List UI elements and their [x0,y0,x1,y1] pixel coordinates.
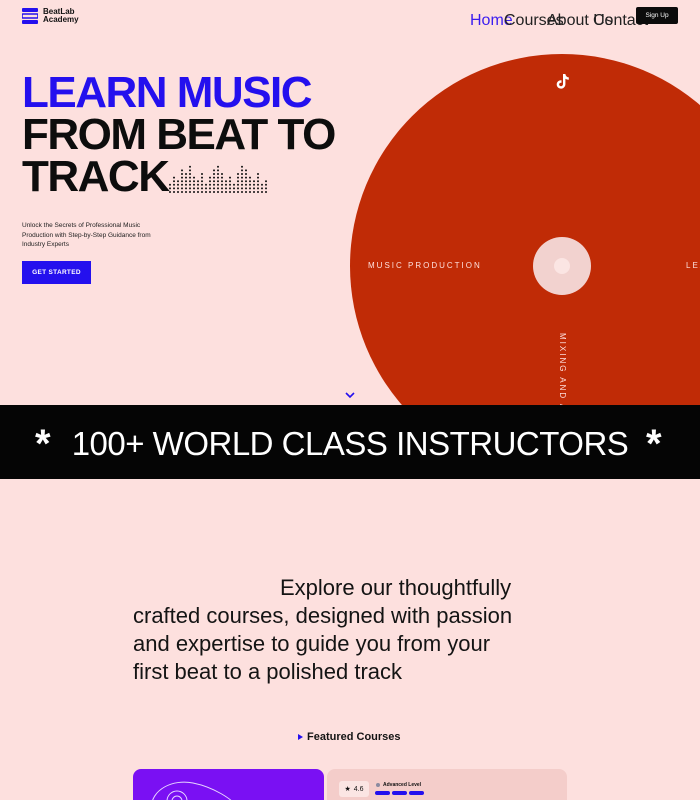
chevron-down-icon[interactable] [344,390,356,400]
hero-record-graphic: MUSIC PRODUCTION LEA MIXING AND A [0,0,700,405]
featured-courses-heading: Featured Courses [298,731,401,743]
get-started-button[interactable]: GET STARTED [22,261,91,284]
play-triangle-icon [298,734,303,740]
tiktok-icon[interactable] [553,72,571,90]
level-bar [375,791,390,795]
equalizer-dots-icon [169,165,267,193]
record-spindle [554,258,570,274]
record-label-music-production: MUSIC PRODUCTION [368,261,482,270]
course-level: Advanced Level [376,782,421,788]
record-label-learn: LEA [686,261,700,270]
asterisk-icon: * [646,422,662,466]
course-card-image[interactable] [133,769,324,800]
hero-title-line2: FROM BEAT TO [22,110,336,159]
star-icon: ★ [344,786,351,793]
rating-badge: ★ 4.6 [339,781,369,797]
level-bars [375,791,424,795]
record-label-mixing: MIXING AND A [558,333,567,405]
hero-title-line1: LEARN MUSIC [22,68,313,117]
level-dot-icon [376,783,380,787]
explore-paragraph: Explore our thoughtfully crafted courses… [133,575,513,684]
level-bar [392,791,407,795]
vinyl-record [350,54,700,405]
banner-text: 100+ WORLD CLASS INSTRUCTORS [71,425,629,462]
vinyl-outline-icon [152,781,232,800]
course-card-details[interactable]: ★ 4.6 Advanced Level [327,769,567,800]
hero-subtitle: Unlock the Secrets of Professional Music… [22,222,151,248]
instructors-banner: * 100+ WORLD CLASS INSTRUCTORS * [0,405,700,479]
level-bar [409,791,424,795]
